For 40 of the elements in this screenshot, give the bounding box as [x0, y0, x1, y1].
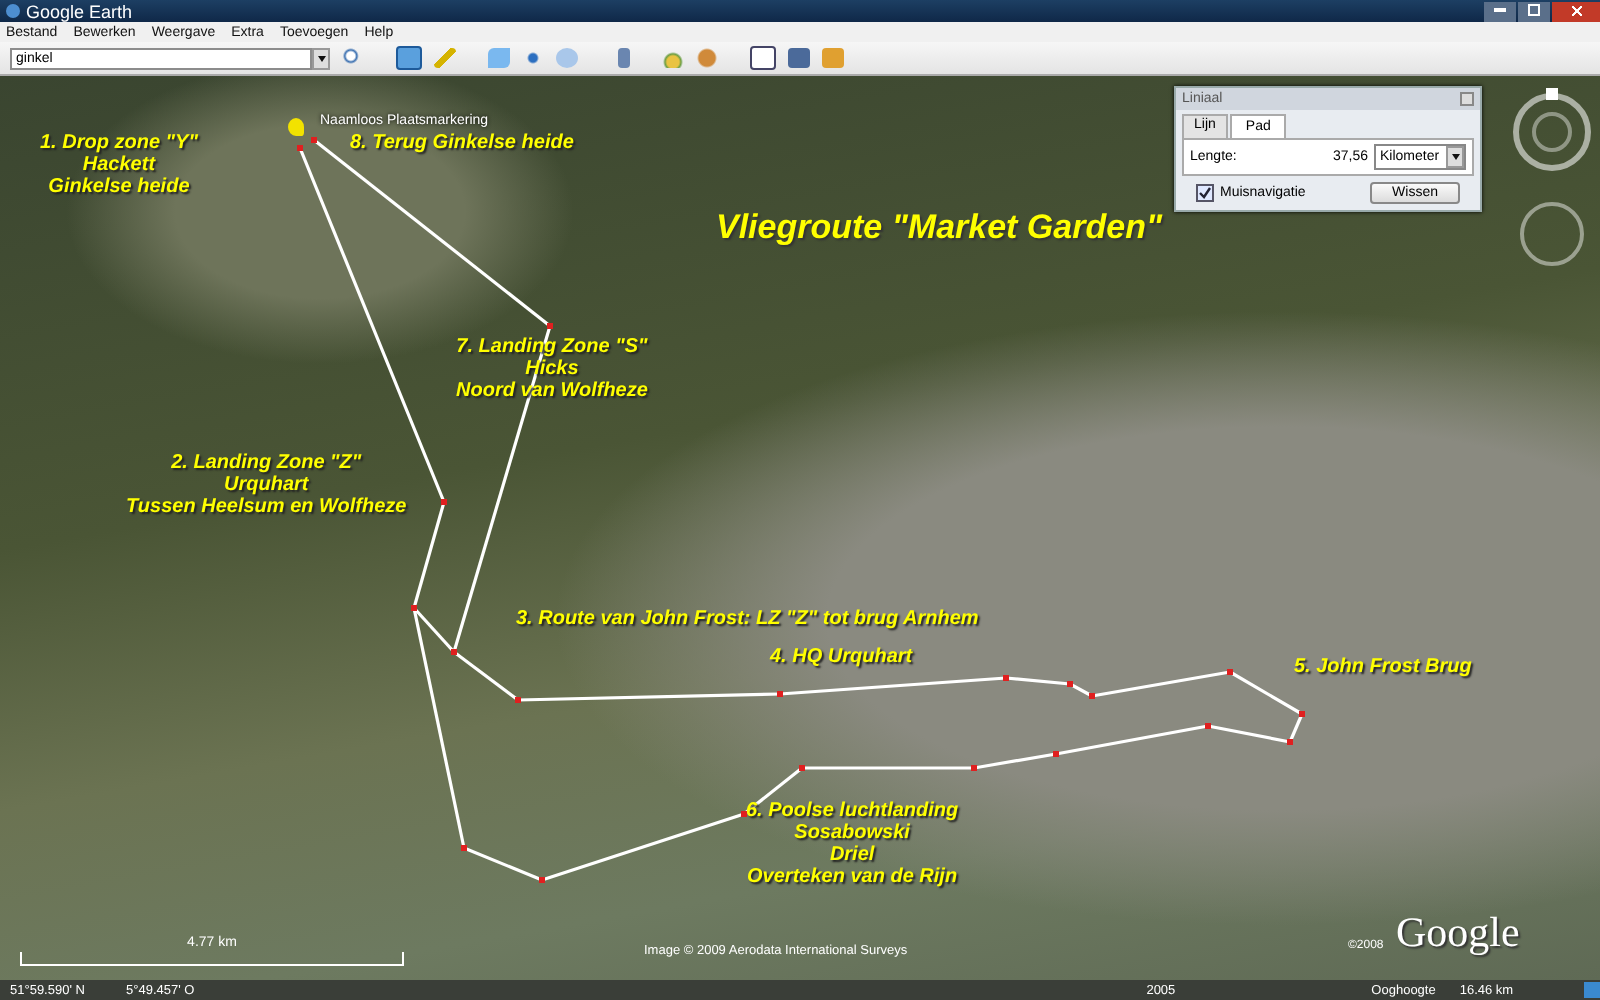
- window-title: Google Earth: [26, 1, 133, 21]
- waypoint-marker: [539, 877, 545, 883]
- waypoint-marker: [1287, 739, 1293, 745]
- waypoint-marker: [311, 137, 317, 143]
- logo: Google: [1396, 908, 1520, 958]
- minimize-button[interactable]: [1484, 1, 1516, 21]
- waypoint-marker: [1067, 681, 1073, 687]
- map-label: 5. John Frost Brug: [1294, 656, 1472, 678]
- waypoint-marker: [1299, 711, 1305, 717]
- waypoint-marker: [1003, 675, 1009, 681]
- dropdown-button[interactable]: [312, 47, 330, 69]
- waypoint-marker: [297, 145, 303, 151]
- waypoint-marker: [1227, 669, 1233, 675]
- map-label: 2. Landing Zone "Z" Urquhart Tussen Heelsum en Wolfheze: [126, 452, 407, 518]
- close-button[interactable]: [1552, 1, 1600, 21]
- waypoint-marker: [1089, 693, 1095, 699]
- maximize-button[interactable]: [1518, 1, 1550, 21]
- waypoint-marker: [1053, 751, 1059, 757]
- map-title: Vliegroute "Market Garden": [716, 208, 1163, 248]
- close-icon[interactable]: [1460, 92, 1474, 106]
- map-label: 1. Drop zone "Y" Hackett Ginkelse heide: [40, 132, 198, 198]
- map-label: 4. HQ Urquhart: [770, 646, 913, 668]
- waypoint-marker: [547, 323, 553, 329]
- map-label: 8. Terug Ginkelse heide: [350, 132, 574, 154]
- waypoint-marker: [741, 811, 747, 817]
- waypoint-marker: [777, 691, 783, 697]
- waypoint-marker: [515, 697, 521, 703]
- waypoint-marker: [799, 765, 805, 771]
- waypoint-marker: [451, 649, 457, 655]
- waypoint-marker: [1205, 723, 1211, 729]
- map-label: 3. Route van John Frost: LZ "Z" tot brug Arnhem: [516, 608, 979, 630]
- checkbox[interactable]: [1196, 184, 1214, 202]
- satellite-map[interactable]: [0, 76, 1600, 980]
- search-icon[interactable]: [342, 48, 364, 68]
- pushpin-icon[interactable]: [288, 118, 304, 136]
- map-label: 6. Poolse luchtlanding Sosabowski Driel Overteken van de Rijn: [746, 800, 959, 888]
- waypoint-marker: [971, 765, 977, 771]
- waypoint-marker: [411, 605, 417, 611]
- waypoint-marker: [441, 499, 447, 505]
- waypoint-marker: [461, 845, 467, 851]
